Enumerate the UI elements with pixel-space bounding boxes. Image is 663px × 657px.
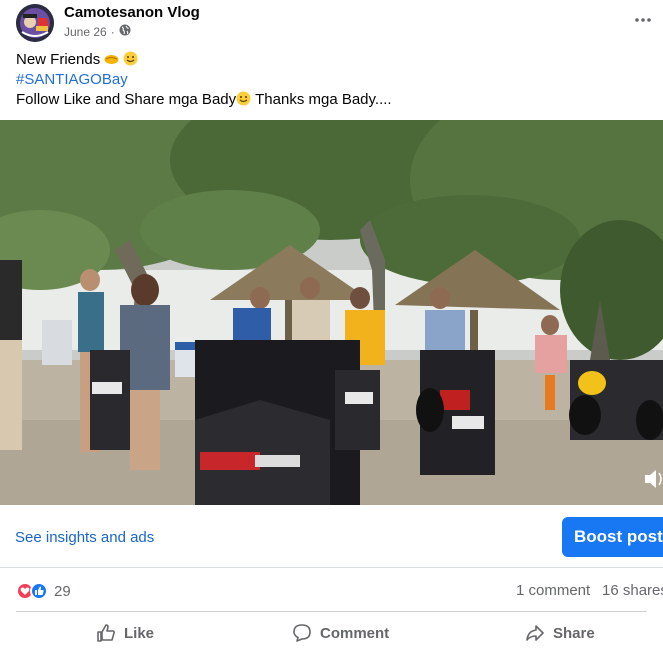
post-text-new-friends: New Friends [16,51,101,68]
share-label: Share [553,624,595,642]
reaction-count: 29 [54,582,71,600]
post-header: Camotesanon Vlog June 26 · [16,4,655,44]
page-name[interactable]: Camotesanon Vlog [64,4,200,22]
post-text-thanks: Thanks mga Bady.... [255,91,392,108]
post-text-line3: Follow Like and Share mga Bady Thanks mga… [16,90,647,110]
comment-label: Comment [320,624,390,642]
shares-count[interactable]: 16 shares [602,582,663,599]
share-icon [526,625,544,641]
post-actions: Like Comment Share [0,614,663,654]
post-video[interactable] [0,120,663,505]
meta-separator: · [110,25,115,39]
comment-button[interactable]: Comment [292,614,389,652]
boost-post-button[interactable]: Boost post [562,517,663,557]
post-card: Camotesanon Vlog June 26 · New Friends #… [0,0,663,657]
smile-emoji-icon [123,51,138,66]
beach-scene-image [0,120,663,505]
reactions-summary[interactable]: 29 [16,582,71,600]
post-hashtag[interactable]: #SANTIAGOBay [16,70,647,90]
more-options-icon[interactable] [631,10,655,30]
post-text-line1: New Friends [16,50,647,70]
share-button[interactable]: Share [525,614,595,652]
see-insights-link[interactable]: See insights and ads [15,529,154,546]
like-button[interactable]: Like [96,614,154,652]
like-label: Like [124,624,155,642]
post-text: New Friends #SANTIAGOBay Follow Like and… [16,50,647,110]
handshake-emoji-icon [104,51,119,66]
post-text-follow: Follow Like and Share mga Bady [16,91,237,108]
post-stats: 29 1 comment 16 shares [16,574,663,606]
smile-emoji-icon [236,91,251,106]
comments-count[interactable]: 1 comment [516,582,590,599]
thumbs-up-icon [97,624,115,642]
stats-divider [16,611,647,612]
comment-icon [293,624,311,642]
post-date[interactable]: June 26 [64,24,107,40]
post-meta: June 26 · [64,24,131,40]
insights-bar: See insights and ads Boost post [0,505,663,568]
page-avatar[interactable] [16,4,54,42]
globe-icon[interactable] [119,24,131,40]
like-icon [30,582,48,600]
